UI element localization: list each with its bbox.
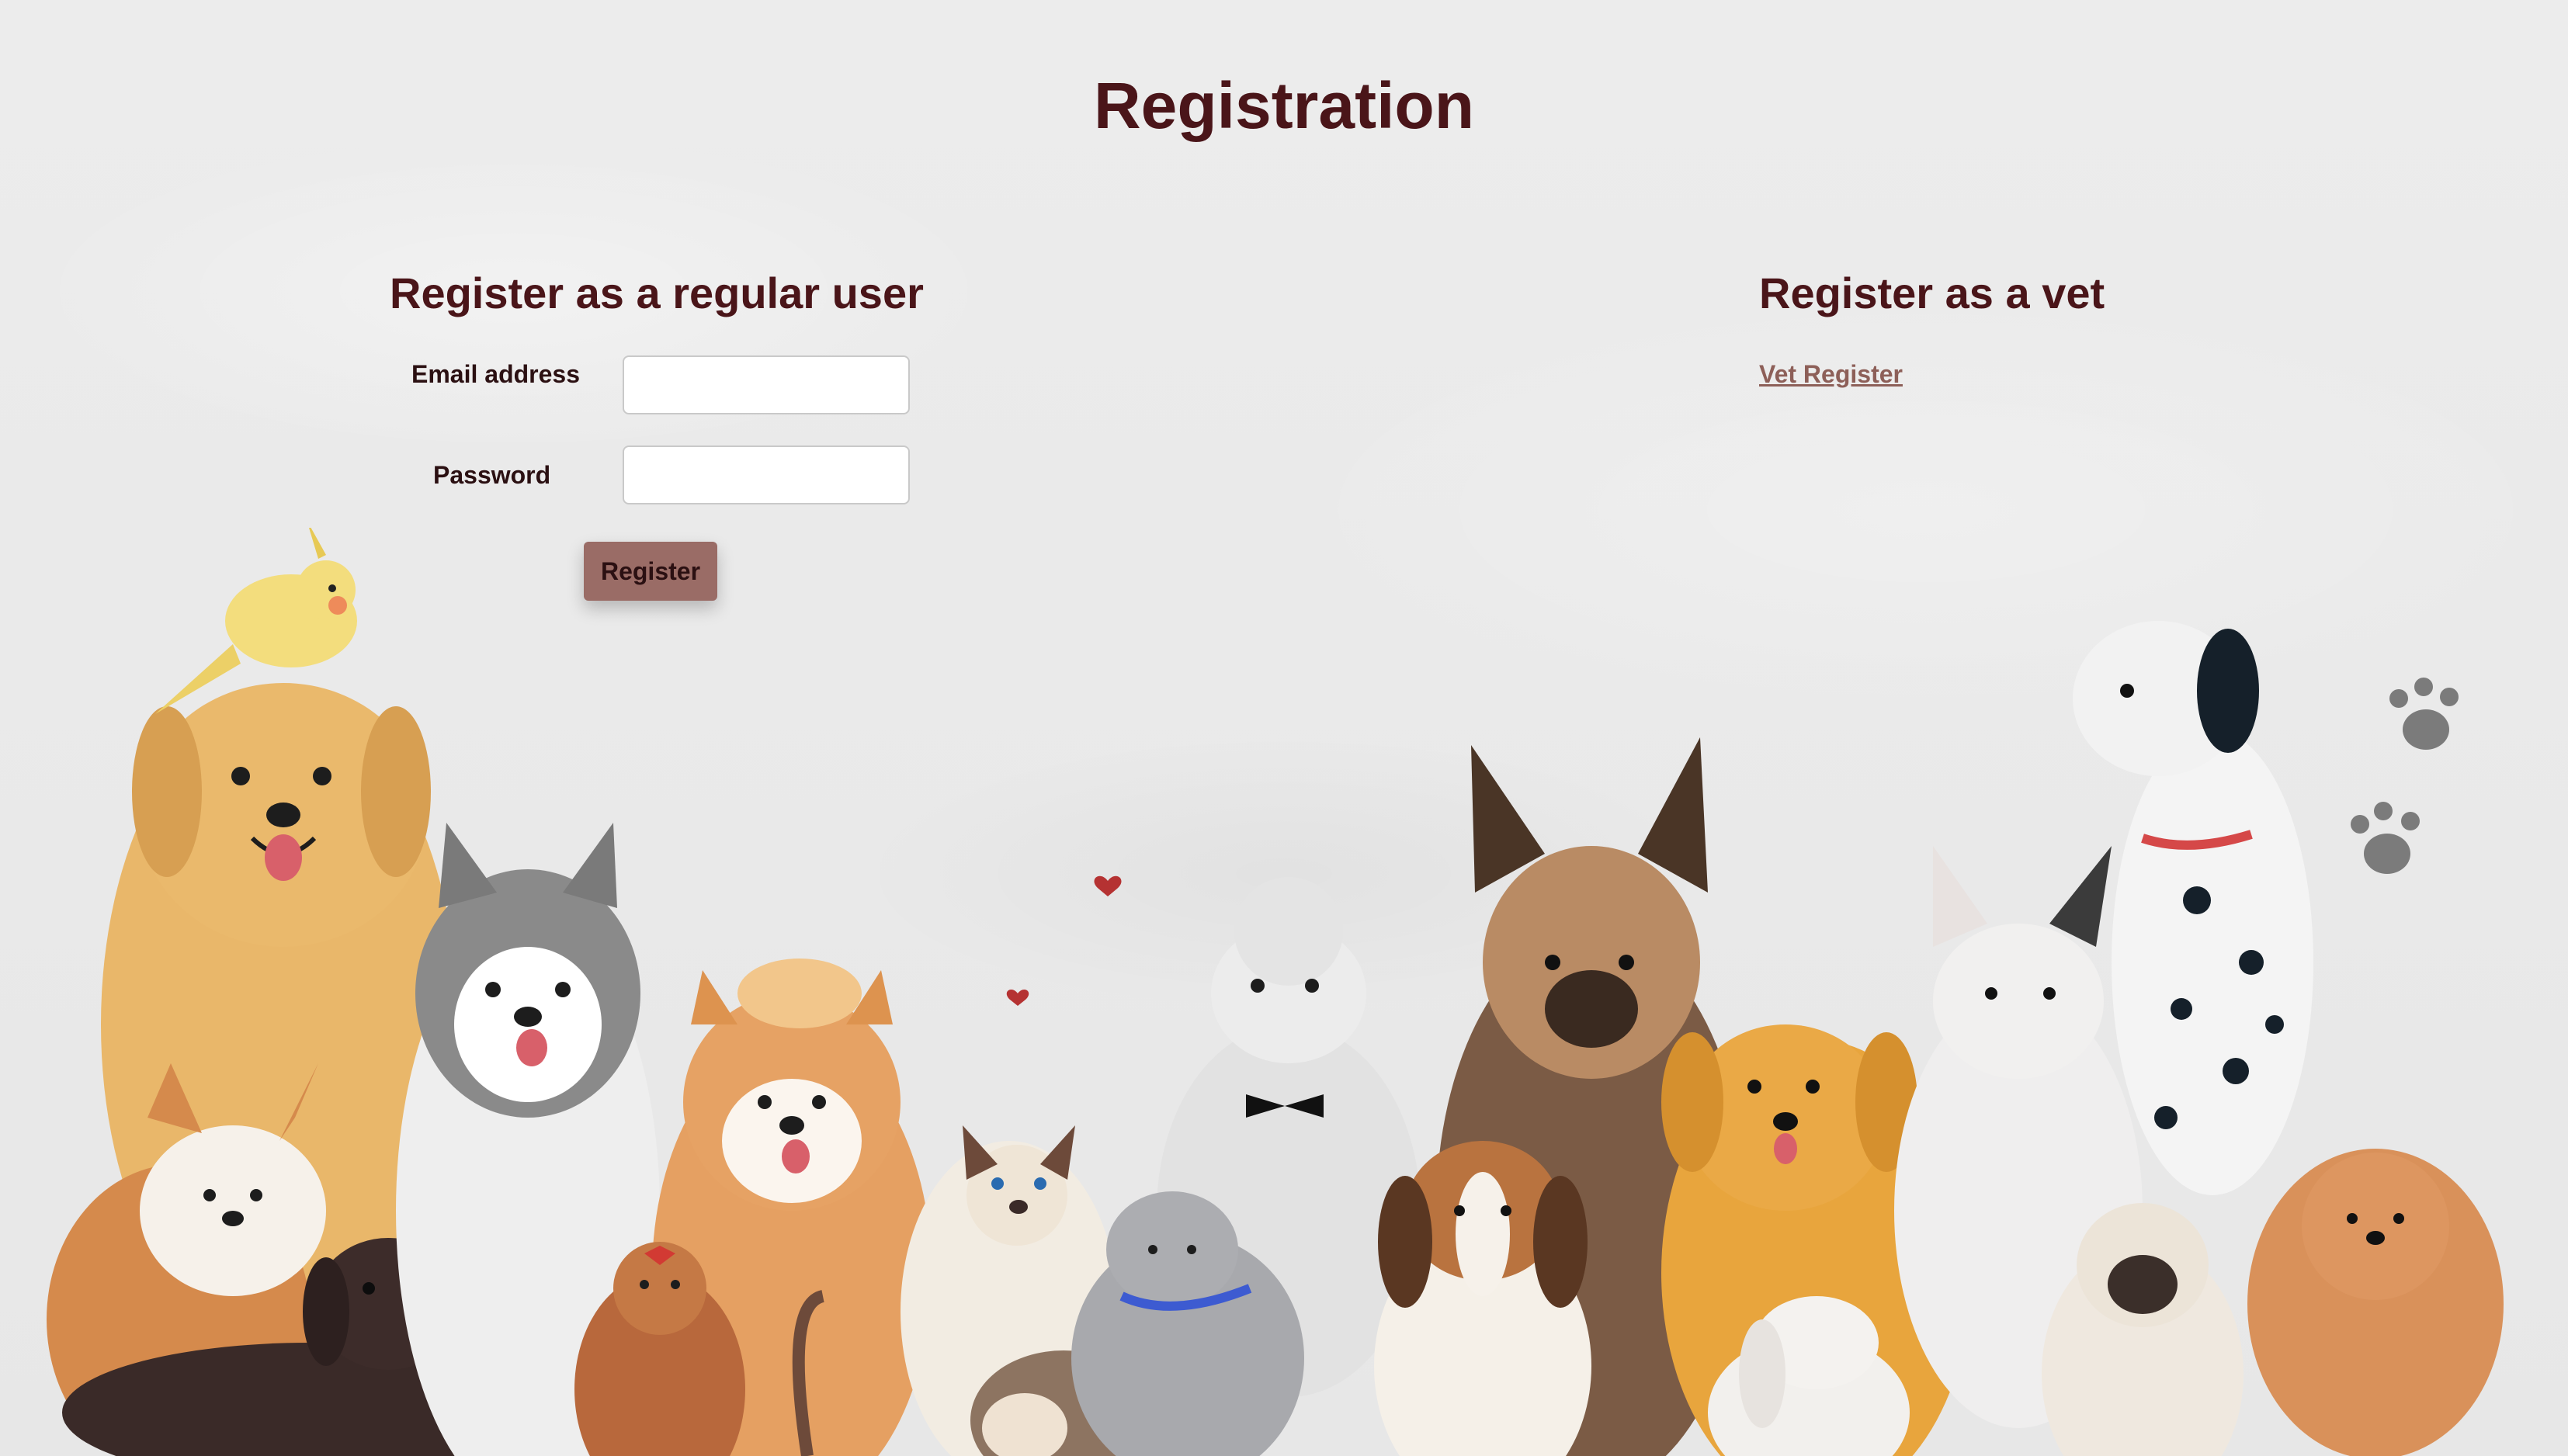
regular-user-heading: Register as a regular user	[390, 269, 924, 317]
beagle-icon	[1374, 1141, 1591, 1456]
paw-print-icon	[2351, 678, 2459, 874]
register-button[interactable]: Register	[584, 542, 717, 601]
pets-group-illustration	[47, 528, 2504, 1456]
pomeranian-icon	[2247, 1149, 2504, 1456]
email-label: Email address	[411, 360, 580, 388]
password-label: Password	[433, 461, 551, 489]
email-field[interactable]	[623, 355, 910, 414]
vet-register-link[interactable]: Vet Register	[1759, 360, 1903, 389]
vet-heading: Register as a vet	[1759, 269, 2105, 317]
page-title: Registration	[1093, 69, 1475, 142]
heart-icon	[1006, 875, 1122, 1006]
password-field[interactable]	[623, 445, 910, 504]
